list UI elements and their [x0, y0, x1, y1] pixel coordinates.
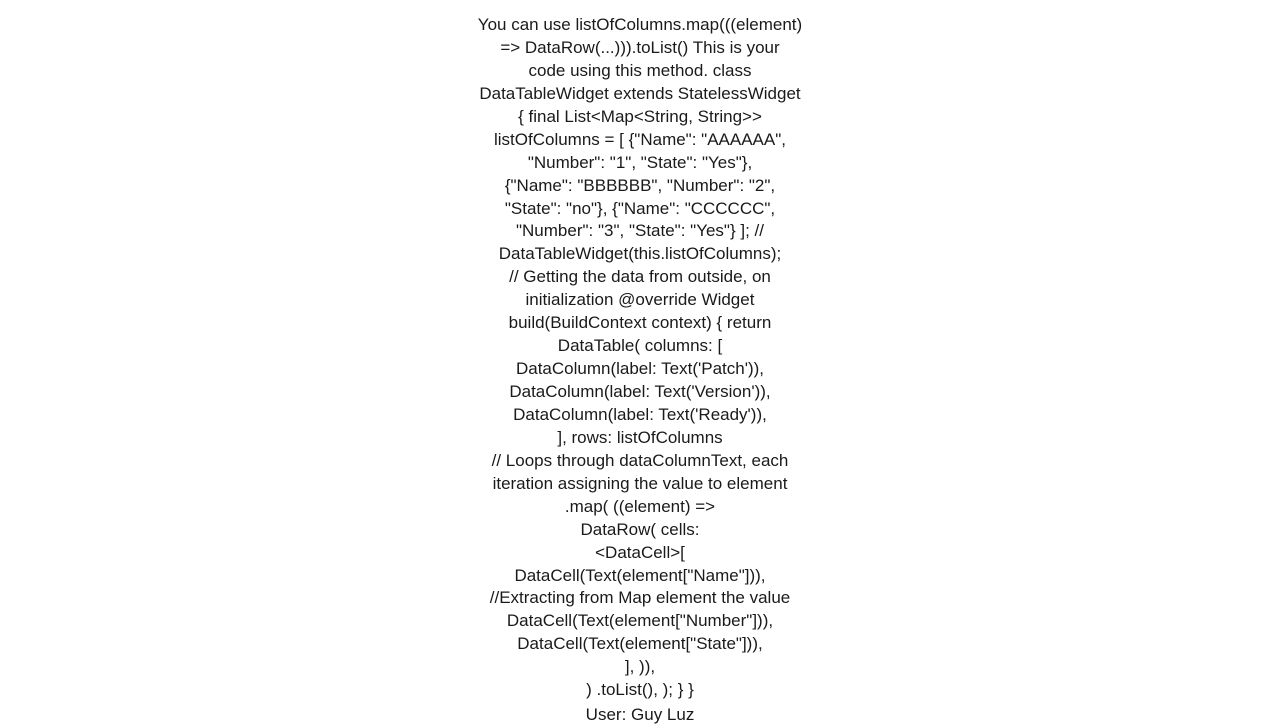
code-line: DataTable( columns: [: [450, 335, 830, 358]
code-line: <DataCell>[: [450, 542, 830, 565]
code-line: "State": "no"}, {"Name": "CCCCCC",: [450, 198, 830, 221]
code-line: listOfColumns = [ {"Name": "AAAAAA",: [450, 129, 830, 152]
answer-content: You can use listOfColumns.map(((element)…: [450, 14, 830, 727]
code-line: iteration assigning the value to element: [450, 473, 830, 496]
code-line: DataCell(Text(element["State"])),: [450, 633, 830, 656]
code-line: ], )),: [450, 656, 830, 679]
code-line: "Number": "1", "State": "Yes"},: [450, 152, 830, 175]
code-line: "Number": "3", "State": "Yes"} ]; //: [450, 220, 830, 243]
code-line: // Loops through dataColumnText, each: [450, 450, 830, 473]
user-attribution: User: Guy Luz: [450, 704, 830, 727]
code-line: ) .toList(), ); } }: [450, 679, 830, 702]
code-line: DataColumn(label: Text('Version')),: [450, 381, 830, 404]
code-line: DataCell(Text(element["Number"])),: [450, 610, 830, 633]
code-line: // Getting the data from outside, on: [450, 266, 830, 289]
code-line: { final List<Map<String, String>>: [450, 106, 830, 129]
code-line: ], rows: listOfColumns: [450, 427, 830, 450]
code-line: code using this method. class: [450, 60, 830, 83]
code-line: {"Name": "BBBBBB", "Number": "2",: [450, 175, 830, 198]
code-line: DataTableWidget extends StatelessWidget: [450, 83, 830, 106]
code-line: DataCell(Text(element["Name"])),: [450, 565, 830, 588]
code-line: DataTableWidget(this.listOfColumns);: [450, 243, 830, 266]
code-line: You can use listOfColumns.map(((element): [450, 14, 830, 37]
code-line: DataColumn(label: Text('Patch')),: [450, 358, 830, 381]
code-line: //Extracting from Map element the value: [450, 587, 830, 610]
code-line: build(BuildContext context) { return: [450, 312, 830, 335]
code-line: DataColumn(label: Text('Ready')),: [450, 404, 830, 427]
code-line: .map( ((element) =>: [450, 496, 830, 519]
code-line: DataRow( cells:: [450, 519, 830, 542]
code-line: initialization @override Widget: [450, 289, 830, 312]
code-line: => DataRow(...))).toList() This is your: [450, 37, 830, 60]
